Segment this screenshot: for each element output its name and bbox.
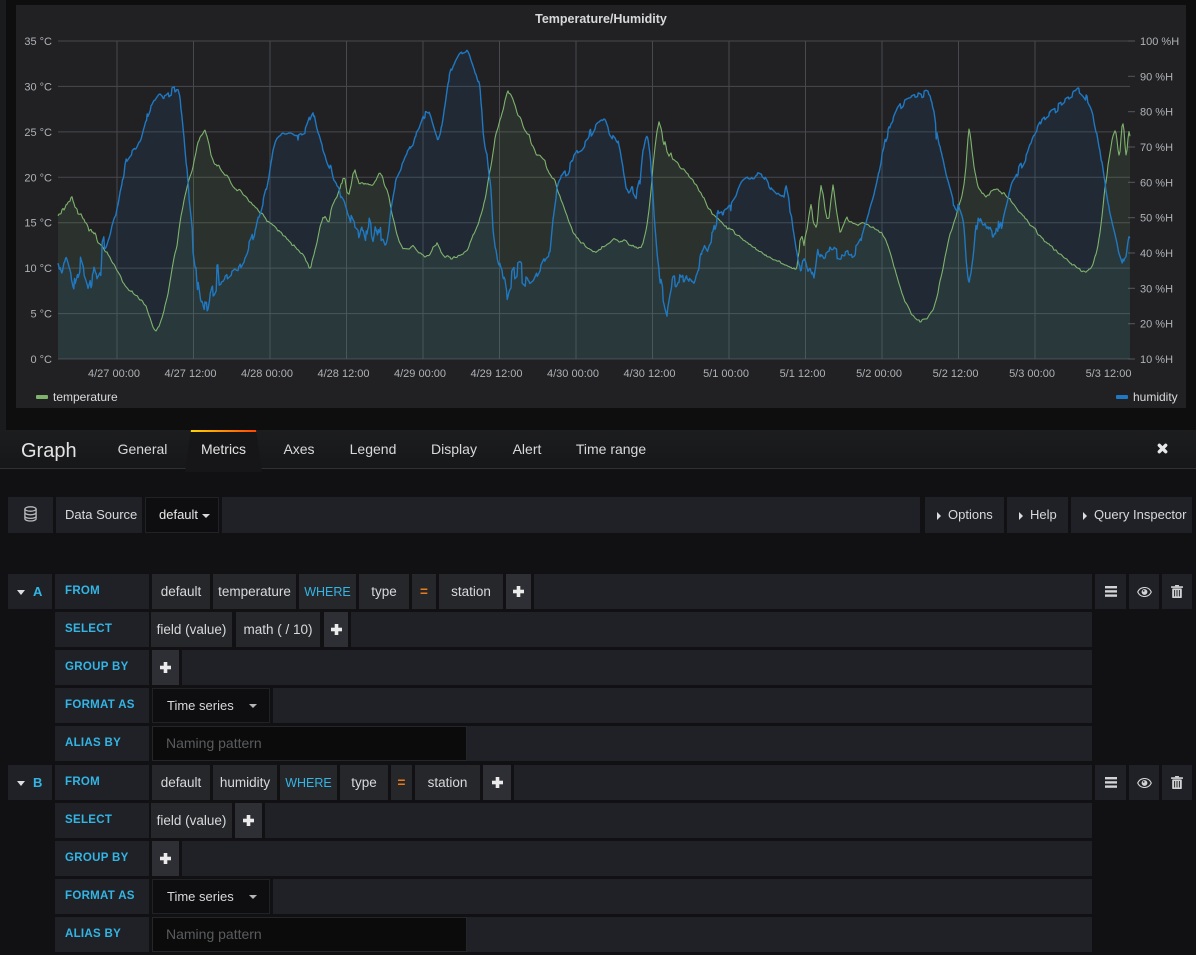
svg-text:4/28 00:00: 4/28 00:00 xyxy=(241,368,293,380)
svg-text:5/2 00:00: 5/2 00:00 xyxy=(856,368,902,380)
svg-text:5 °C: 5 °C xyxy=(30,309,52,321)
svg-text:40 %H: 40 %H xyxy=(1140,248,1173,260)
svg-text:5/1 00:00: 5/1 00:00 xyxy=(703,368,749,380)
svg-text:10 °C: 10 °C xyxy=(24,263,52,275)
svg-text:4/30 12:00: 4/30 12:00 xyxy=(624,368,676,380)
svg-text:0 °C: 0 °C xyxy=(30,354,52,366)
svg-text:30 °C: 30 °C xyxy=(24,81,52,93)
svg-text:4/27 12:00: 4/27 12:00 xyxy=(165,368,217,380)
svg-text:35 °C: 35 °C xyxy=(24,36,52,48)
svg-text:15 °C: 15 °C xyxy=(24,218,52,230)
svg-text:20 %H: 20 %H xyxy=(1140,319,1173,331)
svg-text:4/30 00:00: 4/30 00:00 xyxy=(547,368,599,380)
svg-text:5/3 00:00: 5/3 00:00 xyxy=(1009,368,1055,380)
svg-text:10 %H: 10 %H xyxy=(1140,354,1173,366)
svg-text:80 %H: 80 %H xyxy=(1140,107,1173,119)
svg-text:100 %H: 100 %H xyxy=(1140,36,1179,48)
svg-text:5/1 12:00: 5/1 12:00 xyxy=(780,368,826,380)
svg-text:4/28 12:00: 4/28 12:00 xyxy=(318,368,370,380)
svg-text:4/27 00:00: 4/27 00:00 xyxy=(88,368,140,380)
svg-text:30 %H: 30 %H xyxy=(1140,283,1173,295)
svg-text:25 °C: 25 °C xyxy=(24,127,52,139)
svg-text:4/29 00:00: 4/29 00:00 xyxy=(394,368,446,380)
svg-text:50 %H: 50 %H xyxy=(1140,213,1173,225)
svg-text:90 %H: 90 %H xyxy=(1140,71,1173,83)
svg-text:5/2 12:00: 5/2 12:00 xyxy=(933,368,979,380)
svg-text:5/3 12:00: 5/3 12:00 xyxy=(1086,368,1132,380)
svg-text:4/29 12:00: 4/29 12:00 xyxy=(471,368,523,380)
svg-text:60 %H: 60 %H xyxy=(1140,177,1173,189)
svg-text:70 %H: 70 %H xyxy=(1140,142,1173,154)
svg-text:20 °C: 20 °C xyxy=(24,172,52,184)
